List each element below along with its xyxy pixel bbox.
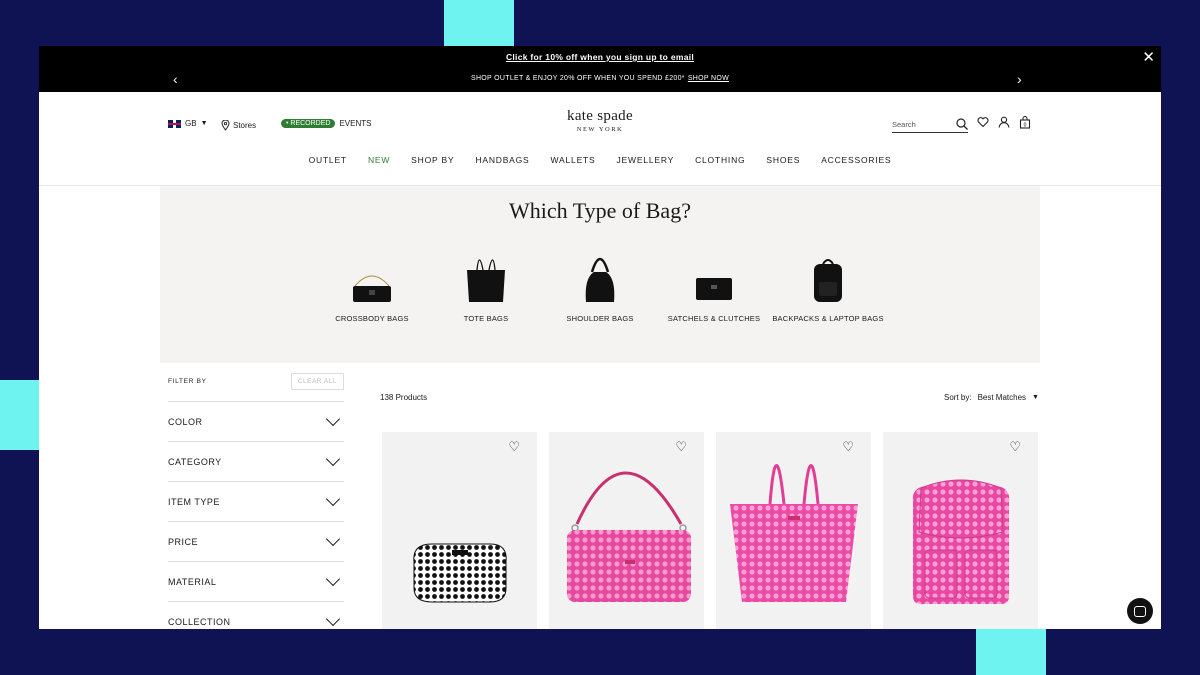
wishlist-heart-icon[interactable]: ♡ xyxy=(1009,439,1021,455)
filter-label: MATERIAL xyxy=(168,576,217,587)
nav-clothing[interactable]: CLOTHING xyxy=(695,155,745,165)
product-card[interactable]: ♡ xyxy=(549,432,704,629)
shop-now-link[interactable]: SHOP NOW xyxy=(688,75,729,82)
wishlist-heart-icon[interactable]: ♡ xyxy=(842,439,854,455)
filter-color[interactable]: COLOR xyxy=(168,401,344,441)
decor-block-bottom xyxy=(976,628,1046,675)
browser-window: Click for 10% off when you sign up to em… xyxy=(39,46,1161,629)
wishlist-heart-icon[interactable]: ♡ xyxy=(675,439,687,455)
filter-price[interactable]: PRICE xyxy=(168,521,344,561)
outlet-promo-text: SHOP OUTLET & ENJOY 20% OFF WHEN YOU SPE… xyxy=(39,62,1161,82)
promo-next-arrow-icon[interactable]: › xyxy=(1017,72,1022,86)
clear-all-button[interactable]: CLEAR ALL xyxy=(290,372,344,390)
wishlist-heart-icon[interactable]: ♡ xyxy=(508,439,520,455)
bag-type-label: SATCHELS & CLUTCHES xyxy=(667,314,761,323)
tote-bag-image xyxy=(429,248,543,304)
product-image-cosmetic-case xyxy=(413,543,507,603)
promo-prev-arrow-icon[interactable]: ‹ xyxy=(173,72,178,86)
product-grid: ♡ ♡ ♡ ♡ xyxy=(382,432,1038,629)
filter-material[interactable]: MATERIAL xyxy=(168,561,344,601)
sort-dropdown[interactable]: Sort by: Best Matches ▼ xyxy=(944,393,1039,402)
crossbody-bag-image xyxy=(315,248,429,304)
nav-accessories[interactable]: ACCESSORIES xyxy=(821,155,891,165)
bag-type-title: Which Type of Bag? xyxy=(509,198,691,223)
chevron-down-icon xyxy=(325,411,341,426)
chevron-down-icon xyxy=(325,571,341,586)
product-count: 138 Products xyxy=(380,393,428,402)
caret-down-icon: ▼ xyxy=(1032,394,1039,401)
account-icon[interactable] xyxy=(998,116,1010,128)
search-icon[interactable] xyxy=(956,118,968,130)
main-nav: OUTLET NEW SHOP BY HANDBAGS WALLETS JEWE… xyxy=(39,155,1161,165)
filter-label: COLLECTION xyxy=(168,616,231,627)
chevron-down-icon xyxy=(325,531,341,546)
nav-handbags[interactable]: HANDBAGS xyxy=(475,155,529,165)
nav-outlet[interactable]: OUTLET xyxy=(309,155,347,165)
bag-type-label: BACKPACKS & LAPTOP BAGS xyxy=(772,314,884,323)
product-image-tote xyxy=(730,464,858,602)
chevron-down-icon xyxy=(325,611,341,626)
search-input[interactable]: Search xyxy=(892,118,968,133)
bag-type-label: CROSSBODY BAGS xyxy=(335,314,409,323)
email-signup-link[interactable]: Click for 10% off when you sign up to em… xyxy=(39,46,1161,62)
sort-value: Best Matches xyxy=(977,393,1027,402)
shoulder-bag-image xyxy=(543,248,657,304)
filter-item-type[interactable]: ITEM TYPE xyxy=(168,481,344,521)
filter-category[interactable]: CATEGORY xyxy=(168,441,344,481)
bag-type-shoulder[interactable]: SHOULDER BAGS xyxy=(543,248,657,323)
decor-block-top xyxy=(444,0,514,46)
chat-bubble-icon[interactable] xyxy=(1127,598,1153,624)
outlet-promo-copy: SHOP OUTLET & ENJOY 20% OFF WHEN YOU SPE… xyxy=(470,75,685,82)
filter-collection[interactable]: COLLECTION xyxy=(168,601,344,629)
bag-type-label: TOTE BAGS xyxy=(463,314,509,323)
sort-label: Sort by: xyxy=(944,393,972,402)
product-card[interactable]: ♡ xyxy=(382,432,537,629)
filter-label: ITEM TYPE xyxy=(168,496,220,507)
bag-type-tote[interactable]: TOTE BAGS xyxy=(429,248,543,323)
search-placeholder: Search xyxy=(892,119,916,129)
bag-type-satchel[interactable]: SATCHELS & CLUTCHES xyxy=(657,248,771,323)
backpack-image xyxy=(771,248,885,304)
decor-block-left xyxy=(0,380,39,450)
chevron-down-icon xyxy=(325,451,341,466)
product-card[interactable]: ♡ xyxy=(883,432,1038,629)
filter-sidebar: FILTER BY CLEAR ALL COLOR CATEGORY ITEM … xyxy=(168,371,344,629)
nav-new[interactable]: NEW xyxy=(368,155,390,165)
filter-label: CATEGORY xyxy=(168,456,222,467)
wishlist-heart-icon[interactable] xyxy=(977,116,989,128)
bag-type-section: Which Type of Bag? CROSSBODY BAGS TOTE B… xyxy=(160,186,1040,363)
bag-count: 0 xyxy=(1024,123,1027,129)
nav-shoes[interactable]: SHOES xyxy=(766,155,800,165)
promo-banner: Click for 10% off when you sign up to em… xyxy=(39,46,1161,92)
bag-type-backpack[interactable]: BACKPACKS & LAPTOP BAGS xyxy=(771,248,885,323)
site-header: GB ▼ Stores • RECORDED EVENTS kate spade… xyxy=(39,92,1161,186)
chevron-down-icon xyxy=(325,491,341,506)
filter-label: PRICE xyxy=(168,536,199,547)
nav-shop-by[interactable]: SHOP BY xyxy=(411,155,454,165)
filter-label: COLOR xyxy=(168,416,203,427)
product-image-backpack xyxy=(912,479,1010,604)
nav-wallets[interactable]: WALLETS xyxy=(551,155,596,165)
close-icon[interactable]: ✕ xyxy=(1142,48,1155,66)
header-icons: 0 xyxy=(977,116,1031,129)
filter-by-label: FILTER BY xyxy=(168,377,207,385)
nav-jewellery[interactable]: JEWELLERY xyxy=(617,155,675,165)
shopping-bag-icon[interactable]: 0 xyxy=(1019,116,1031,129)
bag-type-list: CROSSBODY BAGS TOTE BAGS SHOULDER BAGS S… xyxy=(160,248,1040,323)
product-card[interactable]: ♡ xyxy=(716,432,871,629)
product-image-shoulder-bag xyxy=(567,471,691,602)
satchel-bag-image xyxy=(657,248,771,304)
bag-type-crossbody[interactable]: CROSSBODY BAGS xyxy=(315,248,429,323)
bag-type-label: SHOULDER BAGS xyxy=(566,314,634,323)
